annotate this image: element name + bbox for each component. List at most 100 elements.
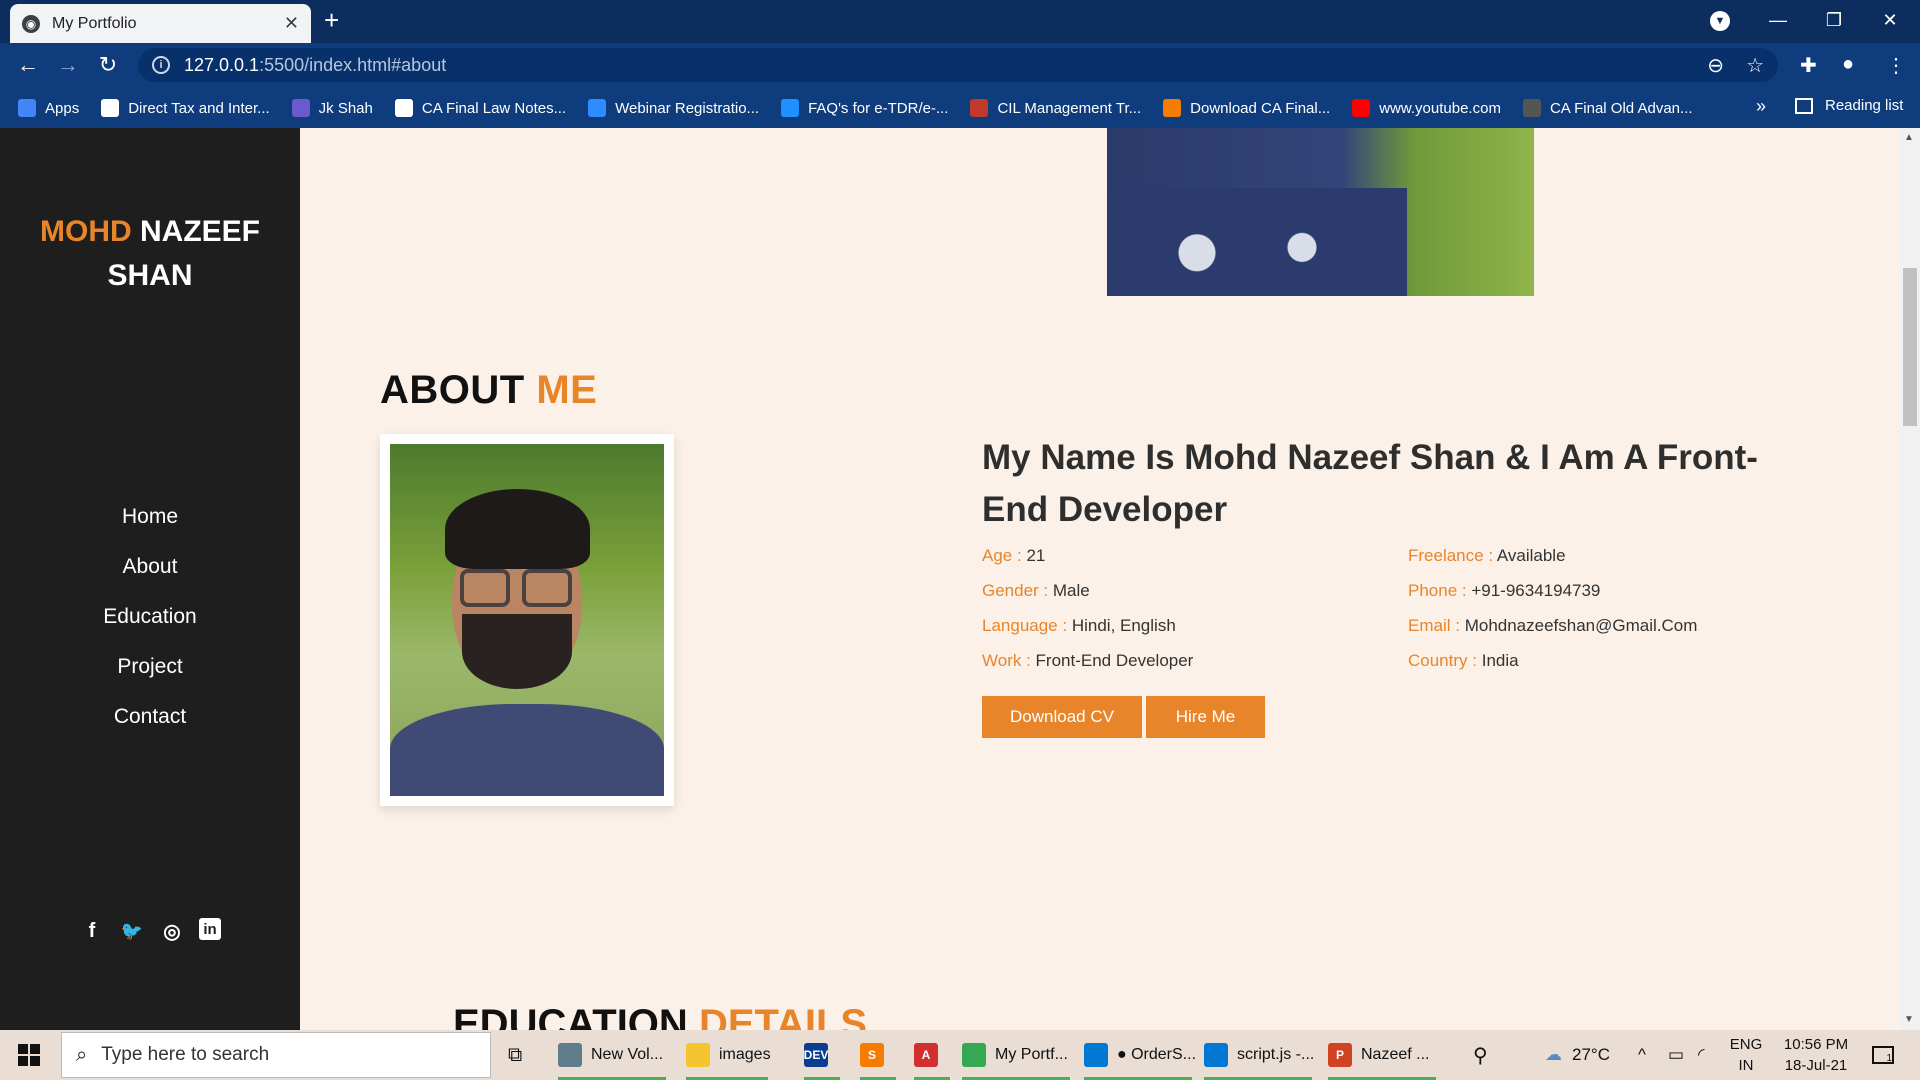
taskbar-app[interactable]: P Nazeef ... xyxy=(1328,1030,1440,1080)
url-text[interactable]: 127.0.0.1:5500/index.html#about xyxy=(184,55,1685,76)
bookmark-favicon-icon xyxy=(101,99,120,117)
facebook-icon[interactable]: f xyxy=(79,918,105,944)
bookmarks-bar: Apps Direct Tax and Inter... Jk Shah CA Fin… xyxy=(0,88,1920,128)
bookmark-item[interactable]: FAQ's for e-TDR/e-... xyxy=(781,99,948,117)
about-intro-heading: My Name Is Mohd Nazeef Shan & I Am A Fro… xyxy=(982,438,1758,529)
bookmark-favicon-icon xyxy=(1163,99,1182,117)
bookmark-favicon-icon xyxy=(781,99,800,117)
tab-search-icon[interactable]: ▼ xyxy=(1710,11,1730,31)
profile-icon[interactable]: ● xyxy=(1842,53,1854,76)
taskbar-app-label: New Vol... xyxy=(591,1046,664,1063)
close-window-button[interactable]: ✕ xyxy=(1862,0,1918,40)
taskbar-app[interactable]: ● OrderS... xyxy=(1084,1030,1196,1080)
scrollbar-thumb[interactable] xyxy=(1903,268,1917,426)
bookmark-item[interactable]: Jk Shah xyxy=(291,99,373,117)
weather-widget[interactable]: ☁ 27°C xyxy=(1545,1030,1610,1080)
download-cv-button[interactable]: Download CV xyxy=(982,696,1142,738)
apps-grid-icon xyxy=(18,99,36,117)
education-section-title: EDUCATION DETAILS xyxy=(453,1002,868,1030)
page-scrollbar[interactable]: ▲ ▼ xyxy=(1900,128,1920,1030)
people-icon[interactable]: ⚲ xyxy=(1473,1030,1488,1080)
wifi-icon[interactable]: ◜ xyxy=(1698,1030,1705,1080)
taskbar-app-icon: P xyxy=(1328,1043,1352,1067)
back-icon[interactable]: ← xyxy=(14,52,42,78)
taskbar-app[interactable]: DEV xyxy=(804,1030,844,1080)
reading-list-icon xyxy=(1795,97,1813,114)
instagram-icon[interactable]: ◎ xyxy=(159,918,185,944)
bookmark-item[interactable]: Direct Tax and Inter... xyxy=(101,99,270,117)
hero-photo xyxy=(1107,128,1534,296)
nav-contact[interactable]: Contact xyxy=(0,692,300,742)
info-gender: Gender : Male xyxy=(982,581,1090,600)
bookmark-item[interactable]: CA Final Law Notes... xyxy=(394,99,566,117)
nav-home[interactable]: Home xyxy=(0,492,300,542)
scroll-up-icon[interactable]: ▲ xyxy=(1904,132,1914,143)
twitter-icon[interactable]: 🐦 xyxy=(119,918,145,944)
taskbar-app-icon: DEV xyxy=(804,1043,828,1067)
hire-me-button[interactable]: Hire Me xyxy=(1146,696,1265,738)
forward-icon[interactable]: → xyxy=(54,52,82,78)
bookmark-favicon-icon xyxy=(1522,99,1541,117)
bookmark-item[interactable]: CA Final Old Advan... xyxy=(1522,99,1693,117)
nav-education[interactable]: Education xyxy=(0,592,300,642)
new-tab-button[interactable]: + xyxy=(324,5,339,36)
bookmark-favicon-icon xyxy=(970,99,989,117)
taskbar-app[interactable]: My Portf... xyxy=(962,1030,1074,1080)
taskbar-app[interactable]: images xyxy=(686,1030,772,1080)
browser-toolbar: ← → ↻ i 127.0.0.1:5500/index.html#about … xyxy=(0,43,1920,88)
extensions-icon[interactable]: ✚ xyxy=(1800,53,1817,78)
windows-taskbar: ⌕ Type here to search ⧉ New Vol... images… xyxy=(0,1030,1920,1080)
globe-icon: ◉ xyxy=(22,14,40,33)
taskbar-app[interactable]: A xyxy=(914,1030,954,1080)
notifications-icon[interactable]: 1 xyxy=(1872,1030,1894,1080)
info-freelance: Freelance : Available xyxy=(1408,546,1566,565)
taskbar-app[interactable]: script.js -... xyxy=(1204,1030,1316,1080)
linkedin-icon[interactable]: in xyxy=(199,918,221,940)
about-section-title: ABOUT ME xyxy=(380,368,598,412)
nav-project[interactable]: Project xyxy=(0,642,300,692)
reload-icon[interactable]: ↻ xyxy=(94,52,122,78)
info-phone: Phone : +91-9634194739 xyxy=(1408,581,1601,600)
bookmark-item[interactable]: Apps xyxy=(18,99,79,117)
nav-about[interactable]: About xyxy=(0,542,300,592)
search-icon: ⌕ xyxy=(76,1043,88,1066)
scroll-down-icon[interactable]: ▼ xyxy=(1904,1014,1914,1025)
bookmark-favicon-icon xyxy=(1352,99,1371,117)
task-view-icon[interactable]: ⧉ xyxy=(508,1030,522,1080)
tray-chevron-icon[interactable]: ^ xyxy=(1638,1030,1646,1080)
windows-start-icon[interactable] xyxy=(18,1044,40,1066)
bookmark-star-icon[interactable]: ☆ xyxy=(1746,53,1764,78)
info-email: Email : Mohdnazeefshan@Gmail.Com xyxy=(1408,616,1698,635)
bookmark-item[interactable]: Webinar Registratio... xyxy=(588,99,759,117)
battery-icon[interactable]: ▭ xyxy=(1668,1030,1684,1080)
taskbar-search[interactable]: ⌕ Type here to search xyxy=(61,1032,491,1078)
bookmark-favicon-icon xyxy=(291,99,310,117)
info-language: Language : Hindi, English xyxy=(982,616,1176,635)
language-indicator[interactable]: ENG IN xyxy=(1728,1034,1764,1076)
browser-tab[interactable]: ◉ My Portfolio ✕ xyxy=(10,4,311,43)
minimize-button[interactable]: — xyxy=(1750,0,1806,40)
site-info-icon[interactable]: i xyxy=(152,56,170,74)
sidebar: MOHD NAZEEF SHAN Home About Education Pr… xyxy=(0,128,300,1030)
taskbar-app-label: My Portf... xyxy=(995,1046,1068,1063)
site-logo[interactable]: MOHD NAZEEF SHAN xyxy=(0,210,300,298)
browser-menu-icon[interactable]: ⋮ xyxy=(1886,53,1906,78)
search-placeholder: Type here to search xyxy=(101,1044,270,1065)
zoom-icon[interactable]: ⊖ xyxy=(1707,53,1724,78)
bookmark-item[interactable]: CIL Management Tr... xyxy=(970,99,1141,117)
more-bookmarks-icon[interactable]: » xyxy=(1756,96,1766,117)
taskbar-app[interactable]: S xyxy=(860,1030,900,1080)
clock[interactable]: 10:56 PM 18-Jul-21 xyxy=(1776,1034,1856,1076)
taskbar-app-label: ● OrderS... xyxy=(1117,1046,1197,1063)
close-tab-icon[interactable]: ✕ xyxy=(284,13,299,34)
taskbar-app[interactable]: New Vol... xyxy=(558,1030,670,1080)
bookmark-item[interactable]: www.youtube.com xyxy=(1352,99,1501,117)
address-bar[interactable]: i 127.0.0.1:5500/index.html#about ⊖ ☆ xyxy=(138,48,1778,82)
sidebar-menu: Home About Education Project Contact xyxy=(0,492,300,742)
weather-icon: ☁ xyxy=(1545,1045,1562,1064)
restore-button[interactable]: ❐ xyxy=(1806,0,1862,40)
taskbar-app-icon: A xyxy=(914,1043,938,1067)
bookmark-item[interactable]: Download CA Final... xyxy=(1163,99,1330,117)
info-country: Country : India xyxy=(1408,651,1519,670)
reading-list-button[interactable]: Reading list xyxy=(1795,97,1903,114)
